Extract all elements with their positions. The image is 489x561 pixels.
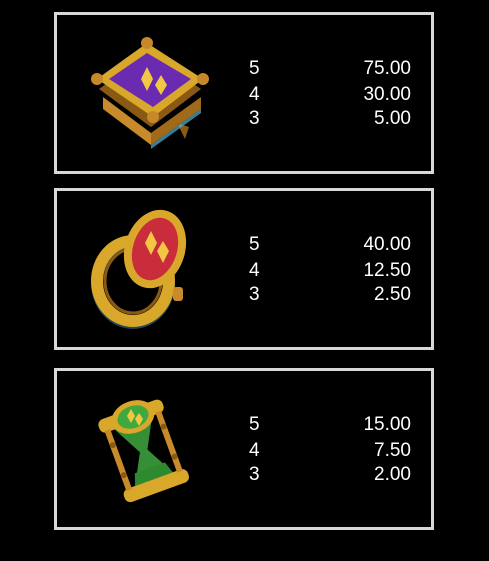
pay-row: 3 2.50 bbox=[237, 283, 411, 307]
symbol-count: 3 bbox=[249, 108, 260, 129]
pay-row: 3 5.00 bbox=[237, 107, 411, 131]
pay-row: 3 2.00 bbox=[237, 463, 411, 487]
pay-row: 4 7.50 bbox=[237, 439, 411, 463]
pay-row: 5 75.00 bbox=[237, 57, 411, 81]
payout-value: 15.00 bbox=[363, 414, 411, 435]
symbol-count: 3 bbox=[249, 284, 260, 305]
symbol-count: 4 bbox=[249, 260, 260, 281]
paytable-panel-hourglass: 5 15.00 4 7.50 3 2.00 bbox=[54, 368, 434, 530]
ring-icon bbox=[91, 209, 187, 329]
symbol-count: 5 bbox=[249, 414, 260, 435]
payout-value: 30.00 bbox=[363, 84, 411, 105]
spellbook-icon bbox=[91, 37, 209, 149]
symbol-count: 4 bbox=[249, 440, 260, 461]
hourglass-icon bbox=[98, 399, 189, 503]
paytable-panel-spellbook: 5 75.00 4 30.00 3 5.00 bbox=[54, 12, 434, 174]
payout-value: 2.50 bbox=[374, 284, 411, 305]
paytable-panel-ring: 5 40.00 4 12.50 3 2.50 bbox=[54, 188, 434, 350]
payout-value: 75.00 bbox=[363, 58, 411, 79]
payout-value: 12.50 bbox=[363, 260, 411, 281]
pay-row: 5 40.00 bbox=[237, 233, 411, 257]
symbol-count: 5 bbox=[249, 58, 260, 79]
symbol-count: 5 bbox=[249, 234, 260, 255]
symbol-count: 3 bbox=[249, 464, 260, 485]
pay-row: 4 12.50 bbox=[237, 259, 411, 283]
pay-row: 5 15.00 bbox=[237, 413, 411, 437]
symbol-count: 4 bbox=[249, 84, 260, 105]
pay-row: 4 30.00 bbox=[237, 83, 411, 107]
payout-value: 5.00 bbox=[374, 108, 411, 129]
payout-value: 7.50 bbox=[374, 440, 411, 461]
payout-value: 2.00 bbox=[374, 464, 411, 485]
payout-value: 40.00 bbox=[363, 234, 411, 255]
